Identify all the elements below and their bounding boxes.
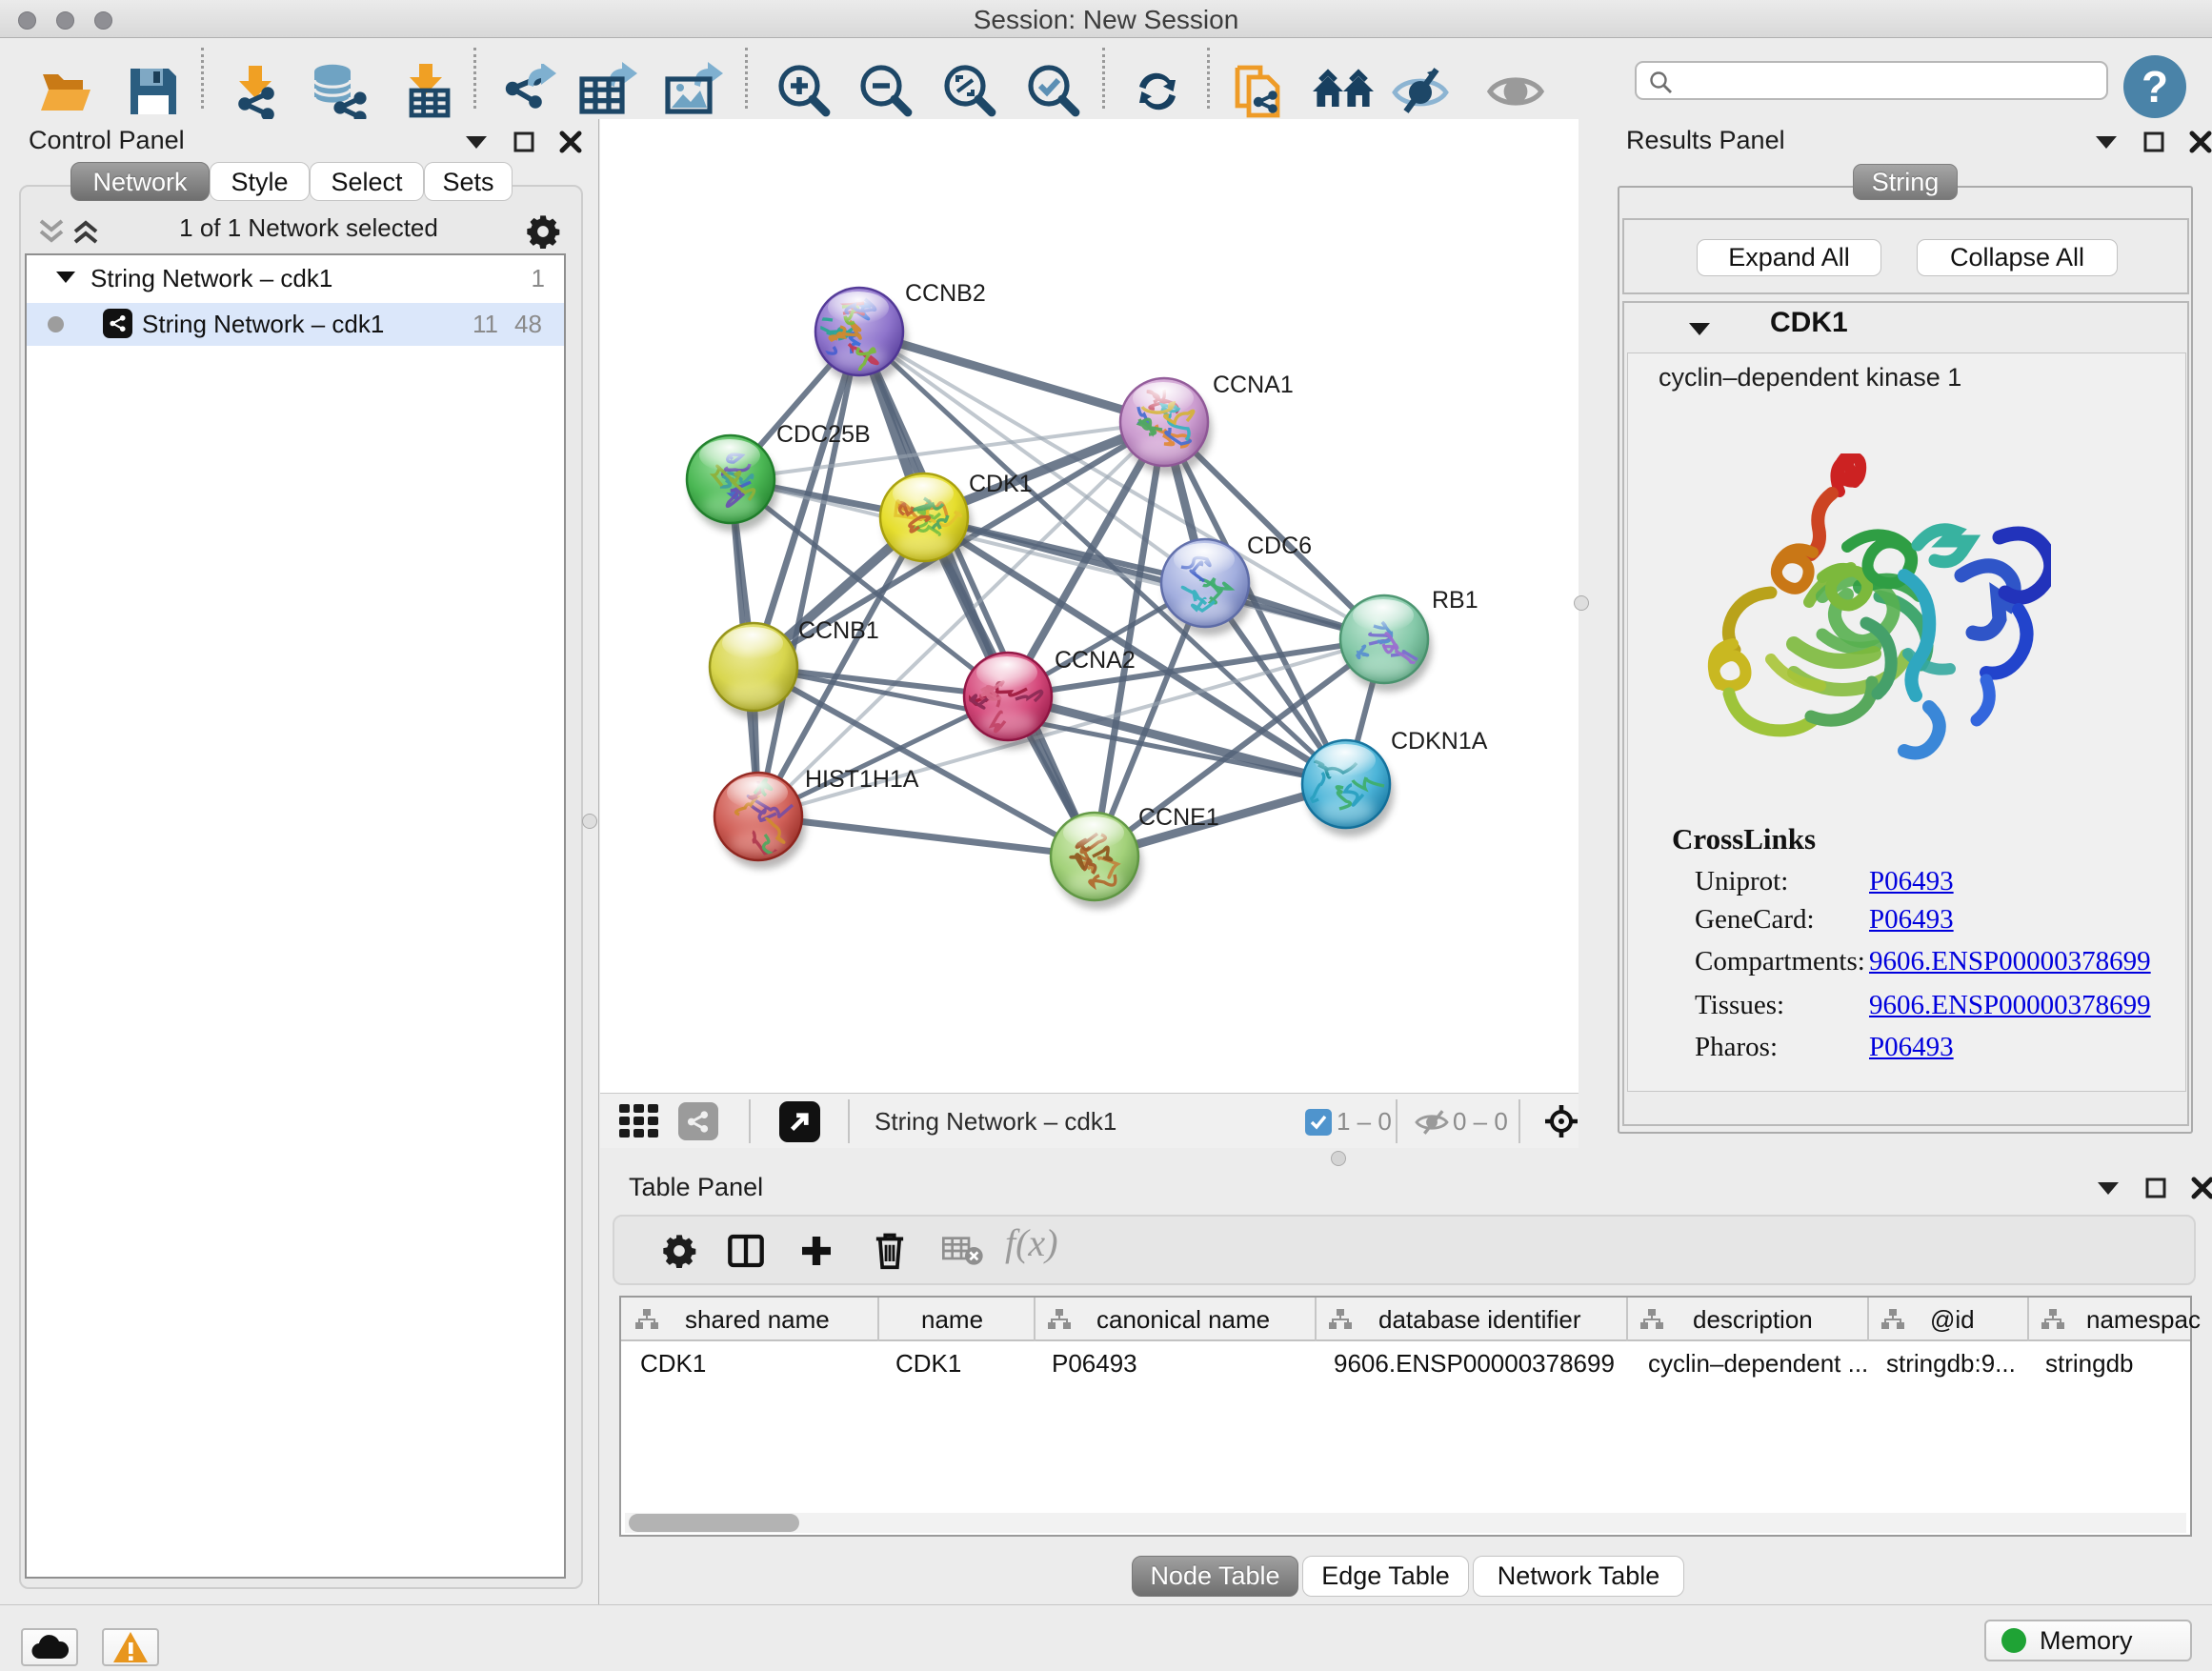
svg-text:CDK1: CDK1 bbox=[969, 471, 1033, 497]
svg-text:CDKN1A: CDKN1A bbox=[1391, 728, 1488, 755]
svg-text:CCNA1: CCNA1 bbox=[1213, 372, 1294, 398]
svg-text:CCNB2: CCNB2 bbox=[905, 280, 986, 307]
svg-text:CCNE1: CCNE1 bbox=[1138, 804, 1219, 831]
svg-text:CCNB1: CCNB1 bbox=[798, 617, 879, 644]
svg-text:CCNA2: CCNA2 bbox=[1055, 647, 1136, 674]
svg-text:CDC25B: CDC25B bbox=[776, 421, 871, 448]
svg-text:HIST1H1A: HIST1H1A bbox=[805, 766, 919, 793]
svg-text:CDC6: CDC6 bbox=[1247, 533, 1312, 559]
svg-text:RB1: RB1 bbox=[1432, 587, 1478, 614]
